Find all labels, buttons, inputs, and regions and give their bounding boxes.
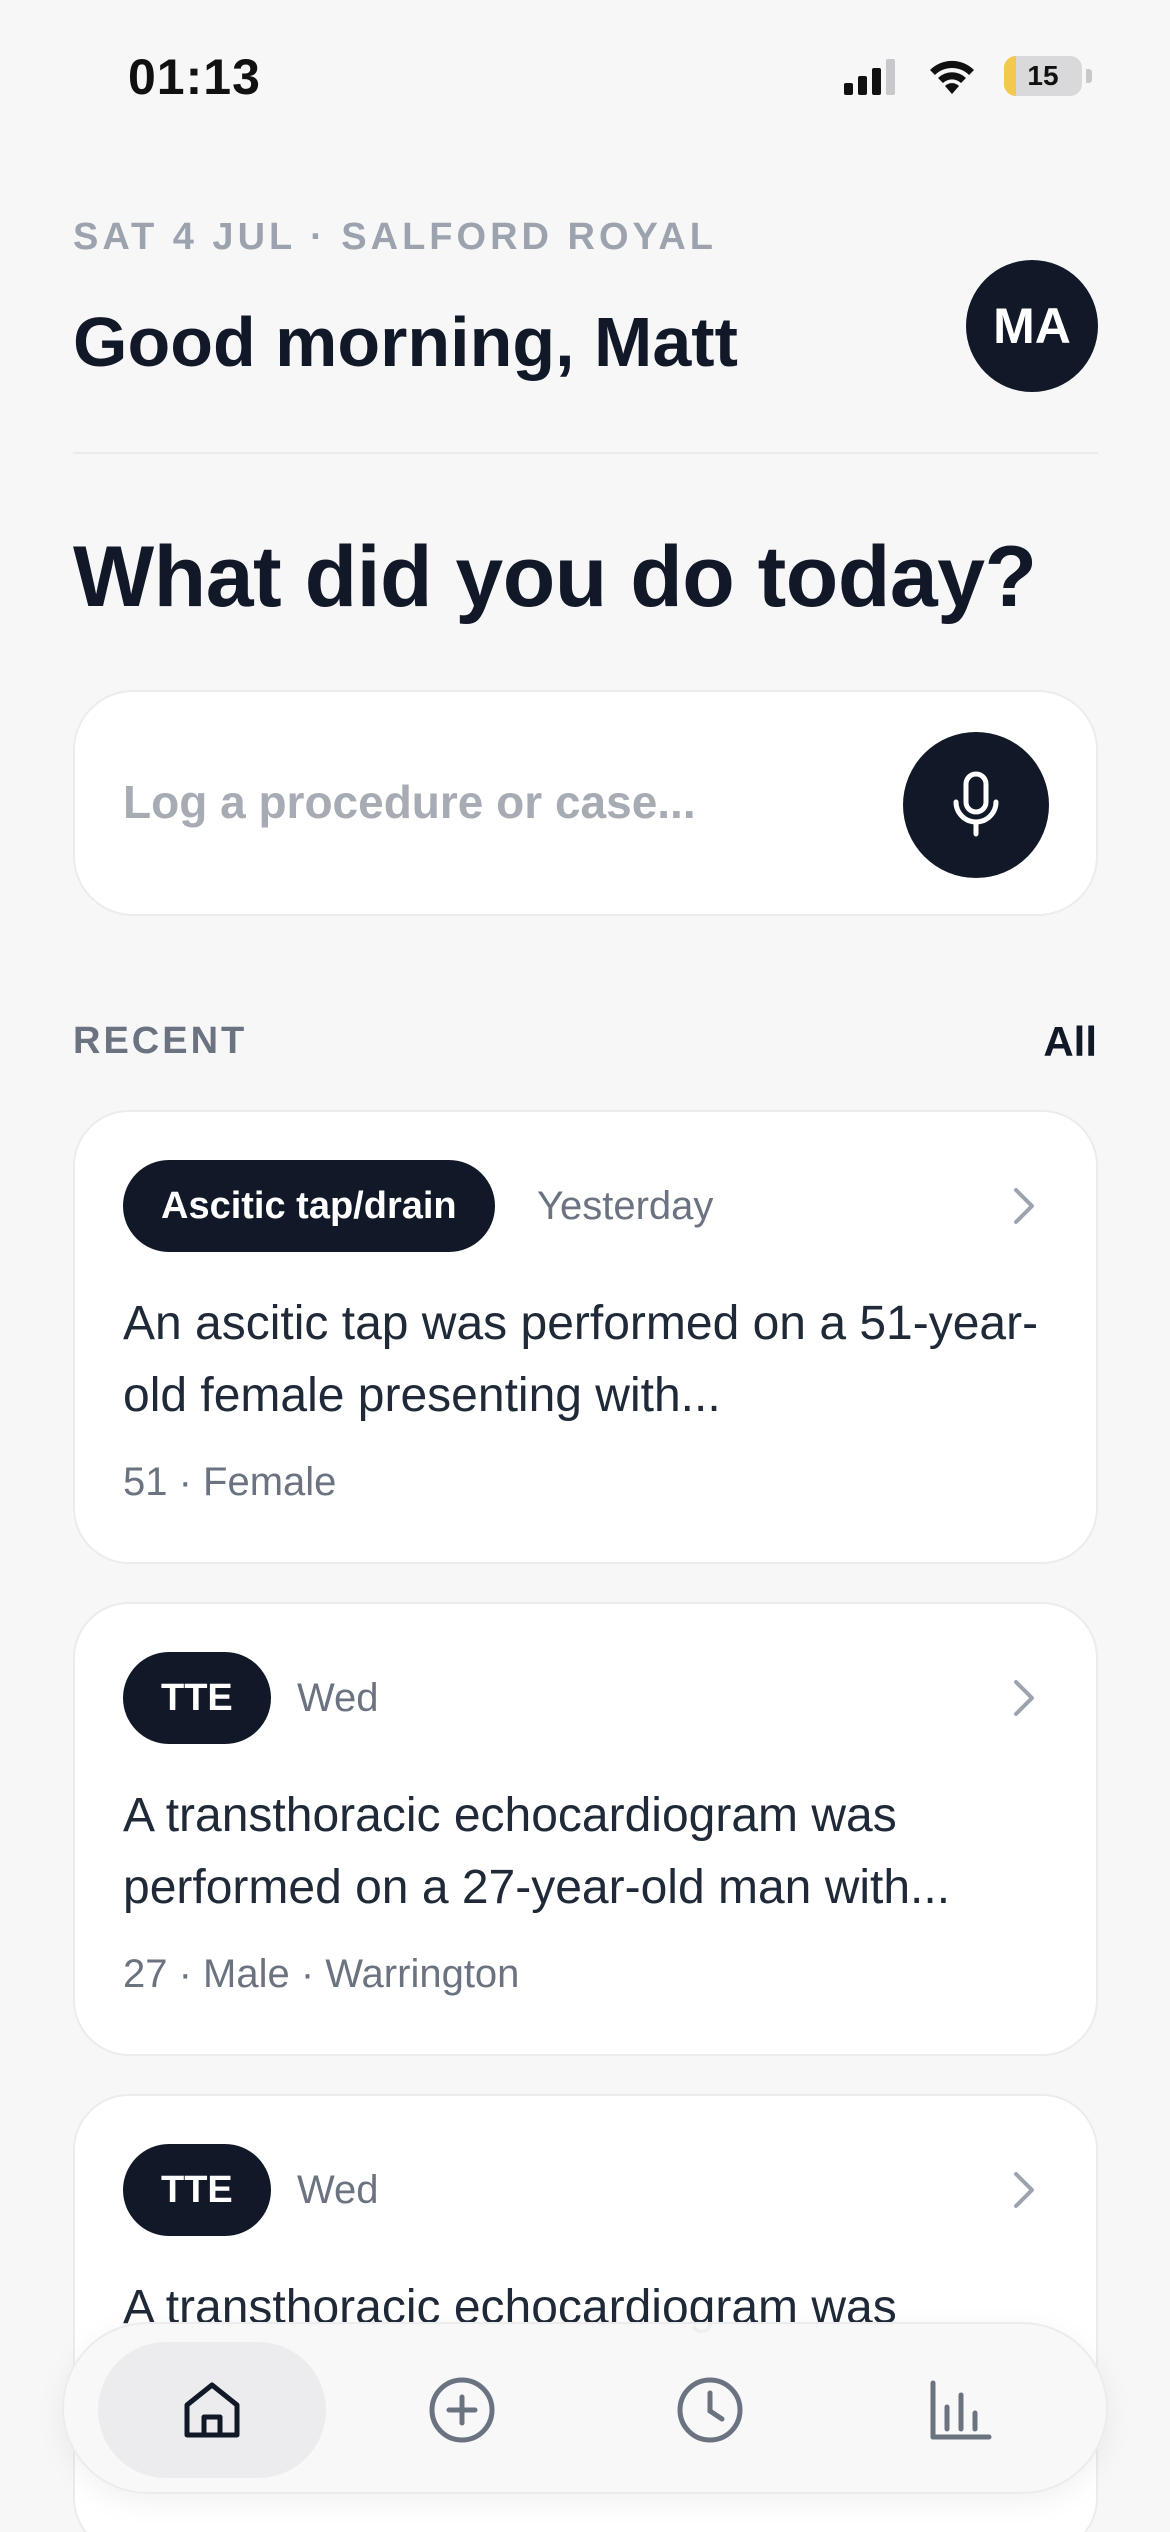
bar-chart-icon (930, 2380, 992, 2440)
procedure-tag: TTE (123, 2144, 271, 2236)
status-time: 01:13 (128, 49, 261, 105)
log-procedure-input[interactable] (123, 766, 863, 838)
nav-home[interactable] (98, 2342, 326, 2478)
chevron-right-icon (1014, 2172, 1034, 2208)
case-description: A transthoracic echocardiogram was perfo… (123, 1789, 951, 1914)
case-meta: 51 · Female (123, 1460, 337, 1504)
case-meta: 27 · Male · Warrington (123, 1952, 520, 1996)
case-date: Wed (297, 2168, 379, 2212)
battery-indicator: 15 (1004, 56, 1082, 96)
voice-input-button[interactable] (903, 732, 1049, 878)
nav-history[interactable] (596, 2342, 824, 2478)
header-divider (73, 452, 1098, 454)
prompt-question: What did you do today? (73, 529, 1037, 625)
status-icons: 15 (842, 56, 1092, 96)
avatar[interactable]: MA (966, 260, 1098, 392)
nav-add[interactable] (348, 2342, 576, 2478)
wifi-icon (930, 60, 974, 94)
recent-case-card[interactable]: Ascitic tap/drain Yesterday An ascitic t… (73, 1110, 1098, 1564)
battery-tip (1086, 69, 1092, 83)
plus-circle-icon (429, 2377, 495, 2443)
recent-case-card[interactable]: TTE Wed A transthoracic echocardiogram w… (73, 1602, 1098, 2056)
case-date: Yesterday (537, 1184, 714, 1228)
home-icon (184, 2382, 240, 2438)
microphone-icon (953, 771, 999, 837)
nav-stats[interactable] (846, 2342, 1074, 2478)
status-bar: 01:13 15 (0, 0, 1170, 150)
case-date: Wed (297, 1676, 379, 1720)
recent-section-label: RECENT (73, 1020, 248, 1062)
view-all-link[interactable]: All (1043, 1018, 1097, 1066)
log-procedure-box (73, 690, 1098, 916)
cellular-signal-icon (844, 59, 895, 95)
case-description: An ascitic tap was performed on a 51-yea… (123, 1297, 1039, 1422)
chevron-right-icon (1014, 1680, 1034, 1716)
chevron-right-icon (1014, 1188, 1034, 1224)
procedure-tag: TTE (123, 1652, 271, 1744)
battery-fill (1004, 56, 1016, 96)
home-screen: 01:13 15 SAT 4 JUL · SALFORD ROYAL Good … (0, 0, 1170, 2532)
date-location-subtitle: SAT 4 JUL · SALFORD ROYAL (73, 216, 718, 258)
greeting-title: Good morning, Matt (73, 303, 738, 381)
bottom-navigation (62, 2322, 1108, 2494)
clock-icon (677, 2377, 743, 2443)
procedure-tag: Ascitic tap/drain (123, 1160, 495, 1252)
battery-level-text: 15 (1027, 60, 1059, 91)
